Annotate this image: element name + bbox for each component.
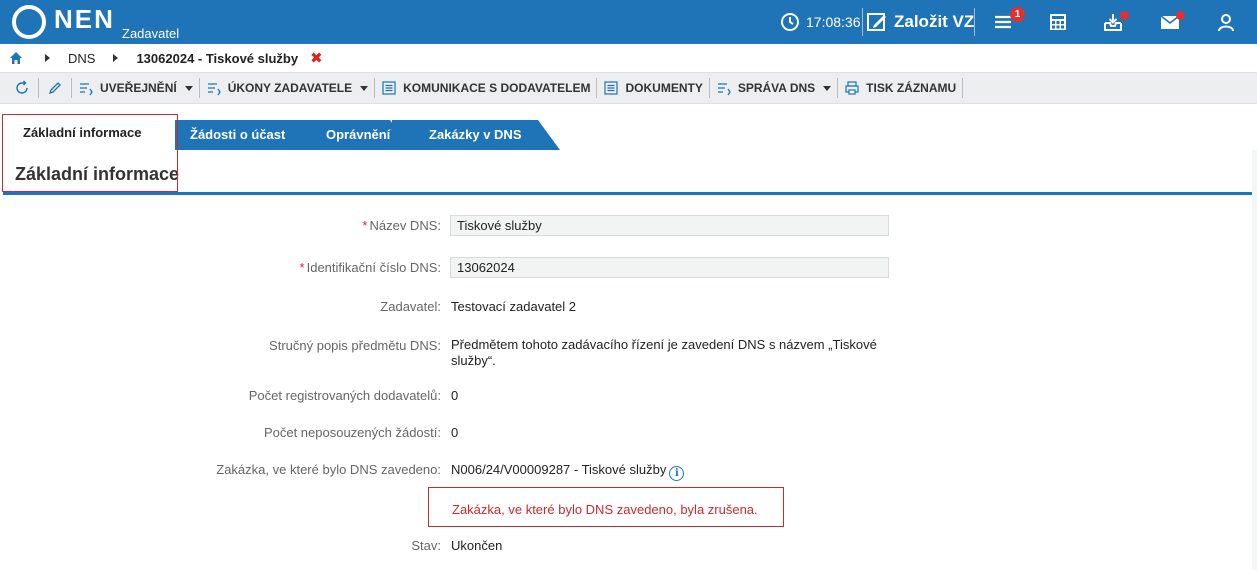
cancelled-warning: Zakázka, ve které bylo DNS zavedeno, byl… — [428, 487, 784, 527]
tab-basic-info[interactable]: Základní informace — [3, 118, 175, 150]
description-value: Předmětem tohoto zadávacího řízení je za… — [451, 337, 877, 368]
mail-alert-dot — [1176, 11, 1185, 20]
dns-id-field[interactable]: 13062024 — [450, 257, 889, 278]
list-icon — [80, 83, 93, 96]
publish-menu-button[interactable]: UVEŘEJNĚNÍ — [72, 78, 199, 98]
unassessed-requests-label: Počet neposouzených žádostí: — [263, 425, 441, 440]
tab-label: Základní informace — [23, 125, 142, 140]
documents-label: DOKUMENTY — [625, 81, 703, 95]
nen-logo-icon[interactable] — [12, 5, 46, 39]
toolbar-divider — [962, 78, 964, 98]
supplier-communication-label: KOMUNIKACE S DODAVATELEM — [403, 81, 591, 95]
session-time: 17:08:36 — [806, 14, 861, 30]
close-icon[interactable]: ✖ — [310, 49, 323, 67]
header-divider — [862, 8, 863, 36]
info-icon[interactable]: i — [669, 466, 685, 481]
chevron-down-icon — [184, 85, 193, 91]
dns-management-label: SPRÁVA DNS — [737, 81, 816, 95]
header-divider — [974, 8, 975, 36]
documents-button[interactable]: DOKUMENTY — [597, 78, 708, 98]
breadcrumb: DNS 13062024 - Tiskové služby ✖ — [0, 44, 1257, 72]
tab-label: Zakázky v DNS — [429, 127, 522, 142]
document-list-icon — [382, 81, 396, 95]
tab-label: Žádosti o účast — [190, 127, 286, 142]
action-toolbar: UVEŘEJNĚNÍ ÚKONY ZADAVATELE KOMUNIKACE S… — [0, 72, 1257, 104]
create-contract-button[interactable]: Založit VZ — [866, 6, 974, 38]
tab-contracts-in-dns[interactable]: Zakázky v DNS — [392, 120, 560, 150]
toolbar-divider — [38, 78, 39, 98]
logo-text: NEN — [54, 4, 115, 34]
chevron-down-icon — [360, 85, 369, 91]
section-divider — [3, 192, 1253, 195]
dns-management-menu-button[interactable]: SPRÁVA DNS — [710, 78, 837, 98]
top-bar: NEN Zadavatel 17:08:36 Založit VZ 1 — [0, 0, 1257, 44]
printer-icon — [845, 81, 859, 95]
calculator-icon[interactable] — [1046, 10, 1070, 34]
tab-applications[interactable]: Žádosti o účast — [172, 120, 330, 150]
breadcrumb-arrow-icon — [113, 54, 119, 62]
status-label: Stav: — [411, 538, 441, 553]
list-icon — [717, 83, 731, 96]
authority-label: Zadavatel: — [380, 299, 441, 314]
print-record-button[interactable]: TISK ZÁZNAMU — [838, 78, 962, 98]
publish-menu-label: UVEŘEJNĚNÍ — [100, 81, 177, 95]
breadcrumb-item-current[interactable]: 13062024 - Tiskové služby — [136, 51, 298, 66]
home-icon[interactable] — [9, 51, 23, 65]
breadcrumb-item-dns[interactable]: DNS — [68, 51, 95, 66]
refresh-icon[interactable] — [14, 80, 30, 96]
source-contract-link[interactable]: N006/24/V00009287 - Tiskové služby — [451, 462, 666, 477]
source-contract-label: Zakázka, ve které bylo DNS zavedeno: — [216, 462, 441, 477]
breadcrumb-arrow-icon — [45, 54, 50, 62]
print-record-label: TISK ZÁZNAMU — [866, 81, 957, 95]
unassessed-requests-value: 0 — [451, 425, 459, 440]
chevron-down-icon — [823, 85, 832, 91]
document-list-icon — [604, 81, 619, 95]
description-label: Stručný popis předmětu DNS: — [269, 338, 441, 353]
dns-name-label: * Název DNS: — [362, 218, 441, 233]
dns-id-label: * Identifikační číslo DNS: — [299, 260, 441, 275]
logo-subtitle: Zadavatel — [122, 26, 180, 41]
registered-suppliers-label: Počet registrovaných dodavatelů: — [248, 388, 441, 403]
user-icon[interactable] — [1214, 10, 1238, 34]
dns-name-field[interactable]: Tiskové služby — [450, 215, 889, 236]
tab-label: Oprávnění — [326, 127, 391, 142]
source-contract-value: N006/24/V00009287 - Tiskové služby i — [451, 462, 685, 481]
clock-icon — [781, 13, 799, 31]
tab-bar: Žádosti o účast Oprávnění Zakázky v DNS … — [0, 114, 1257, 150]
edit-icon — [867, 13, 886, 31]
authority-value: Testovací zadavatel 2 — [451, 299, 577, 314]
list-icon — [207, 83, 221, 96]
inbox-alert-dot — [1120, 11, 1129, 20]
create-contract-label: Založit VZ — [894, 12, 975, 31]
notification-badge: 1 — [1010, 7, 1025, 22]
supplier-communication-button[interactable]: KOMUNIKACE S DODAVATELEM — [375, 78, 596, 98]
scroll-gutter — [1252, 150, 1257, 570]
section-title: Základní informace — [15, 164, 180, 184]
registered-suppliers-value: 0 — [451, 388, 459, 403]
pencil-icon[interactable] — [47, 80, 63, 96]
authority-actions-menu-button[interactable]: ÚKONY ZADAVATELE — [200, 78, 374, 98]
status-value: Ukončen — [451, 538, 503, 553]
authority-actions-label: ÚKONY ZADAVATELE — [227, 81, 353, 95]
